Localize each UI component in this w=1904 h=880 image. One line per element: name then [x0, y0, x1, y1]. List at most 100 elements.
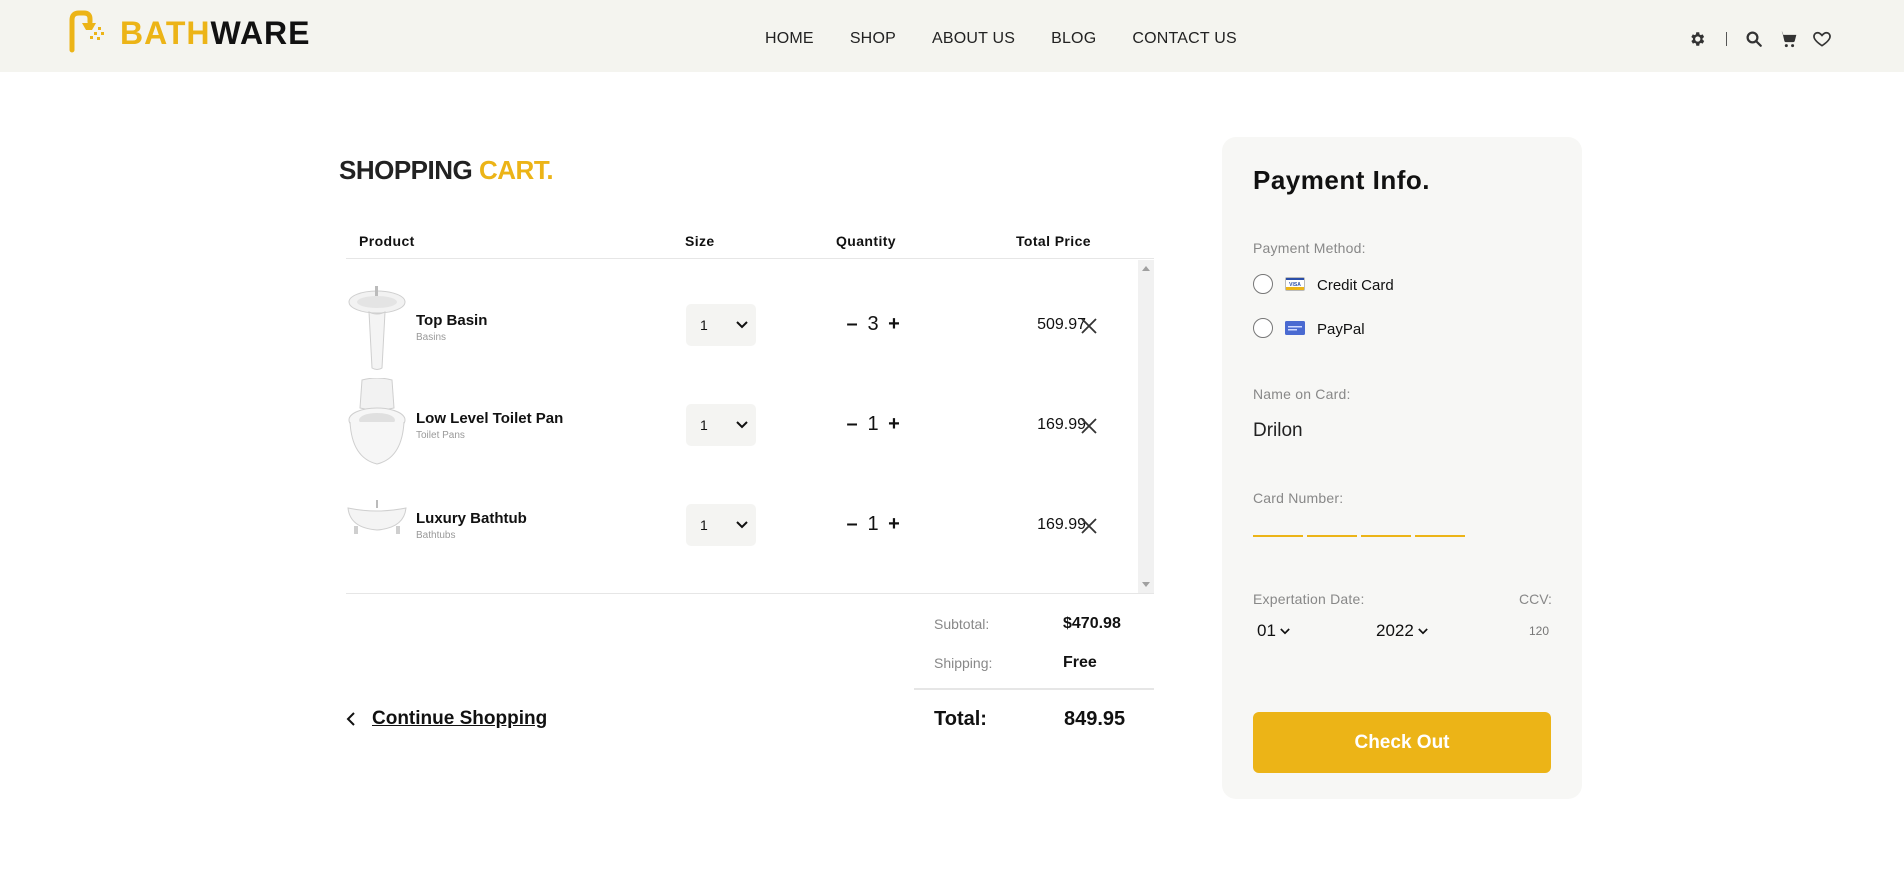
payment-method-label: Payment Method:	[1253, 240, 1366, 256]
column-header-size: Size	[685, 233, 715, 249]
cart-row: Luxury Bathtub Bathtubs 1 – 1 + 169.99	[346, 478, 1136, 578]
item-total-price: 169.99	[1037, 516, 1086, 533]
remove-item-icon[interactable]	[1078, 515, 1100, 537]
quantity-increase-button[interactable]: +	[885, 413, 903, 436]
item-total-price: 169.99	[1037, 416, 1086, 433]
page-title: SHOPPING CART.	[339, 155, 554, 186]
column-header-product: Product	[359, 233, 415, 249]
product-name[interactable]: Low Level Toilet Pan	[416, 410, 563, 427]
brand-name-part1: BATH	[120, 14, 211, 51]
heart-icon[interactable]	[1811, 28, 1833, 50]
product-category: Toilet Pans	[416, 430, 465, 441]
chevron-down-icon	[736, 521, 748, 529]
quantity-value: 3	[867, 313, 879, 335]
credit-card-label[interactable]: Credit Card	[1317, 277, 1394, 294]
quantity-decrease-button[interactable]: –	[843, 413, 861, 436]
remove-item-icon[interactable]	[1078, 415, 1100, 437]
cart-scrollbar[interactable]	[1138, 260, 1154, 593]
nav-home[interactable]: HOME	[765, 30, 814, 48]
paypal-label[interactable]: PayPal	[1317, 321, 1365, 338]
cart-row: Low Level Toilet Pan Toilet Pans 1 – 1 +…	[346, 378, 1136, 478]
cart-row: Top Basin Basins 1 – 3 + 509.97	[346, 282, 1136, 382]
visa-card-icon: VISA	[1285, 277, 1305, 291]
expiration-date-label: Expertation Date:	[1253, 591, 1365, 607]
quantity-increase-button[interactable]: +	[885, 513, 903, 536]
remove-item-icon[interactable]	[1078, 315, 1100, 337]
ccv-input[interactable]: 120	[1529, 624, 1549, 638]
quantity-stepper: – 1 +	[843, 513, 903, 536]
bathtub-image	[347, 500, 407, 534]
cart-icon[interactable]	[1777, 28, 1799, 50]
ccv-label: CCV:	[1519, 591, 1552, 607]
size-value: 1	[700, 317, 708, 333]
header-icons	[1686, 28, 1833, 50]
continue-shopping-link[interactable]: Continue Shopping	[346, 708, 547, 730]
shower-logo-icon	[69, 10, 104, 53]
card-number-field-2[interactable]	[1307, 535, 1357, 537]
size-select[interactable]: 1	[686, 304, 756, 346]
shipping-value: Free	[1063, 654, 1097, 671]
chevron-down-icon	[1418, 627, 1428, 634]
chevron-down-icon	[736, 421, 748, 429]
table-divider	[346, 593, 1154, 594]
brand-name-part2: WARE	[210, 14, 311, 51]
quantity-stepper: – 3 +	[843, 313, 903, 336]
column-header-total-price: Total Price	[1016, 233, 1091, 249]
chevron-down-icon	[1280, 627, 1290, 634]
column-header-quantity: Quantity	[836, 233, 896, 249]
size-value: 1	[700, 417, 708, 433]
expiration-year-value: 2022	[1376, 621, 1414, 640]
size-select[interactable]: 1	[686, 404, 756, 446]
header-divider	[1726, 32, 1727, 46]
size-value: 1	[700, 517, 708, 533]
card-number-label: Card Number:	[1253, 490, 1344, 506]
expiration-month-value: 01	[1257, 621, 1276, 640]
card-number-field-1[interactable]	[1253, 535, 1303, 537]
shipping-label: Shipping:	[934, 655, 993, 671]
continue-shopping-label: Continue Shopping	[372, 708, 548, 729]
scroll-down-arrow-icon[interactable]	[1142, 582, 1150, 587]
payment-title: Payment Info.	[1253, 165, 1430, 195]
subtotal-value: $470.98	[1063, 615, 1121, 632]
brand-logo[interactable]: BATHWARE	[68, 10, 311, 56]
site-header: BATHWARE HOME SHOP ABOUT US BLOG CONTACT…	[0, 0, 1904, 72]
search-icon[interactable]	[1743, 28, 1765, 50]
svg-text:VISA: VISA	[1289, 282, 1301, 288]
basin-image	[348, 286, 406, 370]
nav-shop[interactable]: SHOP	[850, 30, 896, 48]
nav-blog[interactable]: BLOG	[1051, 30, 1096, 48]
quantity-increase-button[interactable]: +	[885, 313, 903, 336]
name-on-card-input[interactable]: Drilon	[1253, 420, 1303, 442]
toilet-image	[348, 378, 406, 465]
subtotal-label: Subtotal:	[934, 616, 990, 632]
paypal-card-icon	[1285, 321, 1305, 335]
size-select[interactable]: 1	[686, 504, 756, 546]
expiration-month-select[interactable]: 01	[1257, 621, 1290, 641]
radio-paypal[interactable]	[1253, 318, 1273, 338]
radio-credit-card[interactable]	[1253, 274, 1273, 294]
nav-contact-us[interactable]: CONTACT US	[1132, 30, 1237, 48]
page-title-part1: SHOPPING	[339, 155, 479, 185]
product-name[interactable]: Luxury Bathtub	[416, 510, 527, 527]
quantity-value: 1	[867, 413, 879, 435]
chevron-down-icon	[736, 321, 748, 329]
total-label: Total:	[934, 708, 987, 730]
gear-icon[interactable]	[1686, 28, 1708, 50]
product-name[interactable]: Top Basin	[416, 312, 487, 329]
product-category: Basins	[416, 332, 447, 343]
scroll-up-arrow-icon[interactable]	[1142, 266, 1150, 271]
quantity-decrease-button[interactable]: –	[843, 313, 861, 336]
chevron-left-icon	[346, 712, 355, 726]
checkout-button[interactable]: Check Out	[1253, 712, 1551, 773]
main-nav: HOME SHOP ABOUT US BLOG CONTACT US	[765, 30, 1273, 48]
card-number-field-4[interactable]	[1415, 535, 1465, 537]
nav-about-us[interactable]: ABOUT US	[932, 30, 1015, 48]
summary-divider	[914, 688, 1154, 690]
quantity-decrease-button[interactable]: –	[843, 513, 861, 536]
table-divider	[346, 258, 1154, 259]
card-number-field-3[interactable]	[1361, 535, 1411, 537]
total-value: 849.95	[1064, 708, 1126, 730]
quantity-value: 1	[867, 513, 879, 535]
page-title-part2: CART.	[478, 155, 554, 185]
expiration-year-select[interactable]: 2022	[1376, 621, 1428, 641]
